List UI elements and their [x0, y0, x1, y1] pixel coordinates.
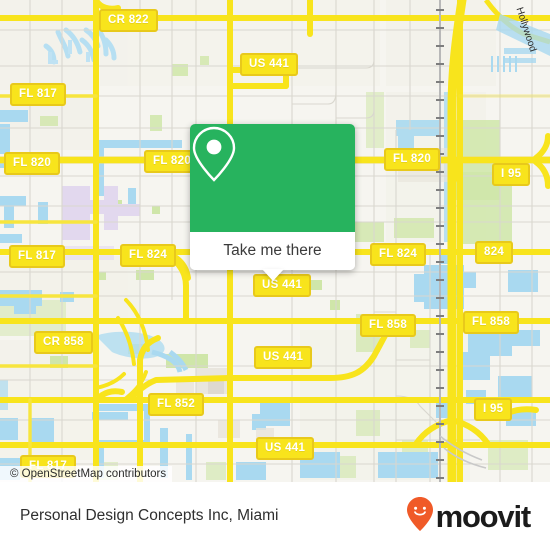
take-me-there-label: Take me there — [223, 242, 322, 259]
moovit-pin-smiley-icon — [406, 496, 433, 536]
popup-pin-panel — [190, 124, 355, 232]
location-popup-card[interactable]: Take me there — [190, 124, 355, 281]
popup-tail-pointer — [261, 269, 284, 281]
road-shield-fl-858-1[interactable]: FL 858 — [360, 314, 417, 337]
road-shield-fl-852[interactable]: FL 852 — [148, 393, 205, 416]
place-title: Personal Design Concepts Inc, Miami — [20, 507, 279, 524]
road-shield-us-441-3[interactable]: US 441 — [254, 346, 313, 369]
road-shield-fl-824-2[interactable]: FL 824 — [370, 243, 427, 266]
road-shield-fl-858-2[interactable]: FL 858 — [463, 311, 520, 334]
road-shield-i-95-2[interactable]: I 95 — [474, 398, 513, 421]
moovit-brand[interactable]: moovit — [406, 496, 532, 536]
road-shield-fl-824-1[interactable]: FL 824 — [120, 244, 177, 267]
road-shield-fl-817-1[interactable]: FL 817 — [10, 83, 67, 106]
footer-bar: Personal Design Concepts Inc, Miami moov… — [0, 482, 550, 550]
road-shield-fl-817-2[interactable]: FL 817 — [9, 245, 66, 268]
road-shield-cr-858[interactable]: CR 858 — [34, 331, 93, 354]
popup-action-bar[interactable]: Take me there — [190, 232, 355, 281]
road-shield-i-95-1[interactable]: I 95 — [492, 163, 531, 186]
map-screenshot: CR 822 US 441 FL 817 FL 820 FL 820 FL 82… — [0, 0, 550, 550]
road-shield-cr-822[interactable]: CR 822 — [99, 9, 158, 32]
road-shield-fl-820-1[interactable]: FL 820 — [4, 152, 61, 175]
road-shield-us-441-1[interactable]: US 441 — [240, 53, 299, 76]
road-shield-us-441-4[interactable]: US 441 — [256, 437, 315, 460]
moovit-wordmark: moovit — [435, 498, 532, 534]
road-shield-fl-820-3[interactable]: FL 820 — [384, 148, 441, 171]
road-shield-824[interactable]: 824 — [475, 241, 514, 264]
osm-attribution[interactable]: © OpenStreetMap contributors — [0, 466, 173, 482]
map-canvas[interactable]: CR 822 US 441 FL 817 FL 820 FL 820 FL 82… — [0, 0, 550, 482]
